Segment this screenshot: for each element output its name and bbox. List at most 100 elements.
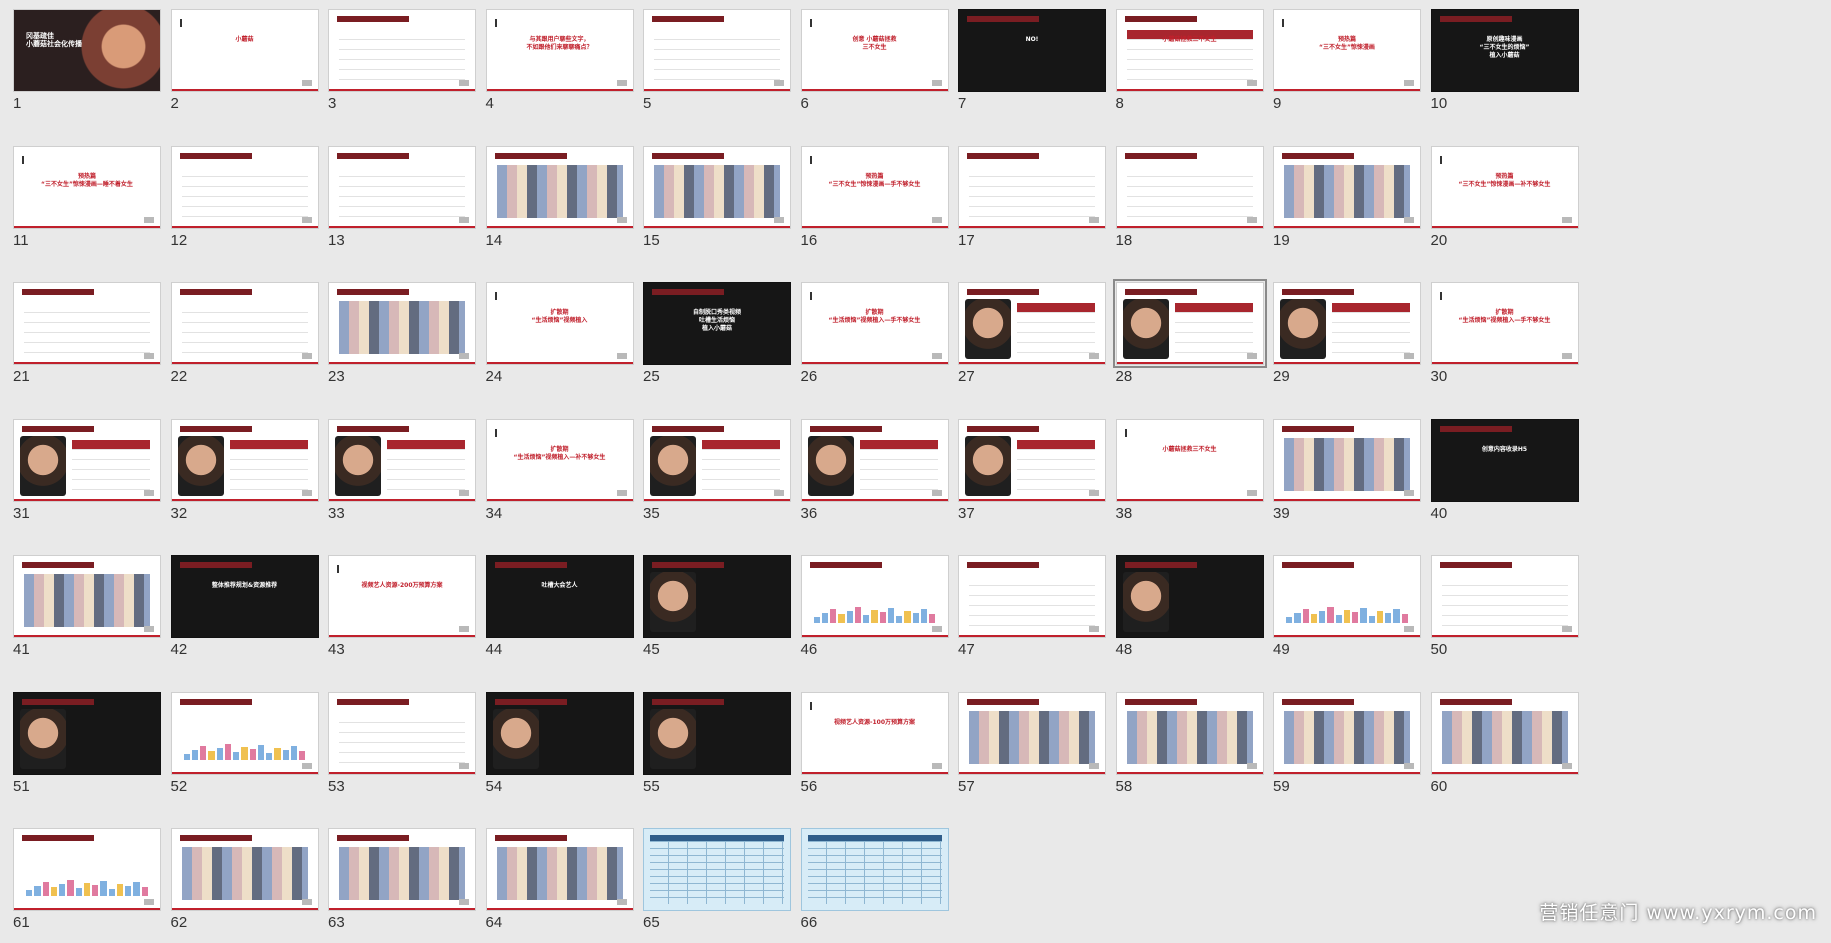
slide-preview[interactable]: 预热篇 “三不女生”惊悚漫画—补不够女生 xyxy=(1430,145,1579,229)
slide-preview[interactable] xyxy=(13,418,161,502)
slide-preview[interactable]: NO! xyxy=(958,9,1106,92)
slide-thumbnail-7[interactable]: NO! 7 xyxy=(945,0,1120,124)
slide-preview[interactable] xyxy=(170,828,319,911)
slide-preview[interactable] xyxy=(13,555,161,638)
slide-thumbnail-48[interactable]: 48 xyxy=(1103,546,1278,670)
slide-thumbnail-43[interactable]: 视频艺人资源-200万预算方案 43 xyxy=(315,546,490,670)
slide-thumbnail-59[interactable]: 59 xyxy=(1260,683,1435,807)
slide-preview[interactable] xyxy=(958,691,1106,775)
slide-thumbnail-65[interactable]: 65 xyxy=(630,819,805,943)
slide-preview[interactable] xyxy=(958,145,1106,229)
slide-preview[interactable] xyxy=(643,145,791,229)
slide-preview[interactable]: 与其跟用户聊些文字， 不如跟他们来聊聊痛点？ xyxy=(485,9,634,92)
slide-thumbnail-17[interactable]: 17 xyxy=(945,137,1120,261)
slide-thumbnail-64[interactable]: 64 xyxy=(473,819,648,943)
slide-thumbnail-55[interactable]: 55 xyxy=(630,683,805,807)
slide-preview[interactable]: 冈基疏佳 小蘑菇社会化传播 xyxy=(13,9,161,92)
slide-thumbnail-16[interactable]: 预热篇 “三不女生”惊悚漫画—手不够女生 16 xyxy=(788,137,963,261)
slide-preview[interactable] xyxy=(1273,282,1421,365)
slide-preview[interactable]: 扩散期 “生活烦恼”视频植入—补不够女生 xyxy=(485,418,634,502)
slide-preview[interactable] xyxy=(1115,145,1264,229)
slide-preview[interactable] xyxy=(1273,145,1421,229)
slide-thumbnail-25[interactable]: 自制脱口秀类视频 吐槽生活烦恼 植入小蘑菇 25 xyxy=(630,273,805,397)
slide-preview[interactable]: 原创趣味漫画 “三不女生的烦恼” 植入小蘑菇 xyxy=(1430,9,1579,92)
slide-thumbnail-38[interactable]: 小蘑菇拯救三不女生 38 xyxy=(1103,410,1278,534)
slide-preview[interactable] xyxy=(328,282,476,365)
slide-preview[interactable] xyxy=(958,418,1106,502)
slide-preview[interactable] xyxy=(643,9,791,92)
slide-preview[interactable]: 预热篇 “三不女生”惊悚漫画 xyxy=(1273,9,1421,92)
slide-thumbnail-32[interactable]: 32 xyxy=(158,410,333,534)
slide-thumbnail-66[interactable]: 66 xyxy=(788,819,963,943)
slide-thumbnail-29[interactable]: 29 xyxy=(1260,273,1435,397)
slide-preview[interactable]: 自制脱口秀类视频 吐槽生活烦恼 植入小蘑菇 xyxy=(643,282,791,365)
slide-thumbnail-10[interactable]: 原创趣味漫画 “三不女生的烦恼” 植入小蘑菇 10 xyxy=(1418,0,1593,124)
slide-preview[interactable] xyxy=(643,691,791,775)
slide-thumbnail-34[interactable]: 扩散期 “生活烦恼”视频植入—补不够女生 34 xyxy=(473,410,648,534)
slide-preview[interactable] xyxy=(1430,555,1579,638)
slide-thumbnail-12[interactable]: 12 xyxy=(158,137,333,261)
slide-thumbnail-46[interactable]: 46 xyxy=(788,546,963,670)
slide-preview[interactable] xyxy=(170,282,319,365)
slide-preview[interactable] xyxy=(170,145,319,229)
slide-thumbnail-61[interactable]: 61 xyxy=(0,819,175,943)
slide-preview[interactable] xyxy=(1115,691,1264,775)
slide-preview[interactable] xyxy=(1115,555,1264,638)
slide-preview[interactable]: 扩散期 “生活烦恼”视频植入—手不够女生 xyxy=(800,282,949,365)
slide-thumbnail-31[interactable]: 31 xyxy=(0,410,175,534)
slide-thumbnail-27[interactable]: 27 xyxy=(945,273,1120,397)
slide-preview[interactable] xyxy=(643,828,791,911)
slide-thumbnail-44[interactable]: 吐槽大会艺人 44 xyxy=(473,546,648,670)
slide-preview[interactable] xyxy=(1273,555,1421,638)
slide-thumbnail-18[interactable]: 18 xyxy=(1103,137,1278,261)
slide-thumbnail-24[interactable]: 扩散期 “生活烦恼”视频植入 24 xyxy=(473,273,648,397)
slide-preview[interactable] xyxy=(328,9,476,92)
slide-thumbnail-26[interactable]: 扩散期 “生活烦恼”视频植入—手不够女生 26 xyxy=(788,273,963,397)
slide-thumbnail-14[interactable]: 14 xyxy=(473,137,648,261)
slide-preview[interactable]: 整体推荐规划&资源推荐 xyxy=(170,555,319,638)
slide-preview[interactable]: 视频艺人资源-100万预算方案 xyxy=(800,691,949,775)
slide-preview[interactable] xyxy=(485,828,634,911)
slide-thumbnail-41[interactable]: 41 xyxy=(0,546,175,670)
slide-thumbnail-53[interactable]: 53 xyxy=(315,683,490,807)
slide-preview[interactable] xyxy=(1273,418,1421,502)
slide-preview[interactable] xyxy=(1112,279,1267,368)
slide-preview[interactable]: 创意 小蘑菇拯救 三不女生 xyxy=(800,9,949,92)
slide-thumbnail-4[interactable]: 与其跟用户聊些文字， 不如跟他们来聊聊痛点？ 4 xyxy=(473,0,648,124)
slide-preview[interactable] xyxy=(643,555,791,638)
slide-thumbnail-28[interactable]: 28 xyxy=(1103,273,1278,397)
slide-preview[interactable] xyxy=(800,828,949,911)
slide-thumbnail-60[interactable]: 60 xyxy=(1418,683,1593,807)
slide-preview[interactable] xyxy=(13,282,161,365)
slide-preview[interactable] xyxy=(800,418,949,502)
slide-thumbnail-62[interactable]: 62 xyxy=(158,819,333,943)
slide-preview[interactable]: 扩散期 “生活烦恼”视频植入 xyxy=(485,282,634,365)
slide-preview[interactable]: 小蘑菇拯救三不女生 xyxy=(1115,9,1264,92)
slide-preview[interactable] xyxy=(643,418,791,502)
slide-preview[interactable] xyxy=(170,418,319,502)
slide-thumbnail-2[interactable]: 小蘑菇 2 xyxy=(158,0,333,124)
slide-thumbnail-57[interactable]: 57 xyxy=(945,683,1120,807)
slide-thumbnail-35[interactable]: 35 xyxy=(630,410,805,534)
slide-thumbnail-63[interactable]: 63 xyxy=(315,819,490,943)
slide-thumbnail-6[interactable]: 创意 小蘑菇拯救 三不女生 6 xyxy=(788,0,963,124)
slide-preview[interactable] xyxy=(328,691,476,775)
slide-preview[interactable]: 预热篇 “三不女生”惊悚漫画—手不够女生 xyxy=(800,145,949,229)
slide-thumbnail-13[interactable]: 13 xyxy=(315,137,490,261)
slide-thumbnail-36[interactable]: 36 xyxy=(788,410,963,534)
slide-preview[interactable]: 视频艺人资源-200万预算方案 xyxy=(328,555,476,638)
slide-preview[interactable] xyxy=(1273,691,1421,775)
slide-preview[interactable]: 预热篇 “三不女生”惊悚漫画—睡不着女生 xyxy=(13,145,161,229)
slide-preview[interactable]: 吐槽大会艺人 xyxy=(485,555,634,638)
slide-preview[interactable]: 小蘑菇 xyxy=(170,9,319,92)
slide-preview[interactable]: 扩散期 “生活烦恼”视频植入—手不够女生 xyxy=(1430,282,1579,365)
slide-preview[interactable] xyxy=(485,691,634,775)
slide-preview[interactable] xyxy=(485,145,634,229)
slide-thumbnail-51[interactable]: 51 xyxy=(0,683,175,807)
slide-thumbnail-58[interactable]: 58 xyxy=(1103,683,1278,807)
slide-thumbnail-49[interactable]: 49 xyxy=(1260,546,1435,670)
slide-thumbnail-23[interactable]: 23 xyxy=(315,273,490,397)
slide-thumbnail-20[interactable]: 预热篇 “三不女生”惊悚漫画—补不够女生 20 xyxy=(1418,137,1593,261)
slide-thumbnail-9[interactable]: 预热篇 “三不女生”惊悚漫画 9 xyxy=(1260,0,1435,124)
slide-thumbnail-8[interactable]: 小蘑菇拯救三不女生 8 xyxy=(1103,0,1278,124)
